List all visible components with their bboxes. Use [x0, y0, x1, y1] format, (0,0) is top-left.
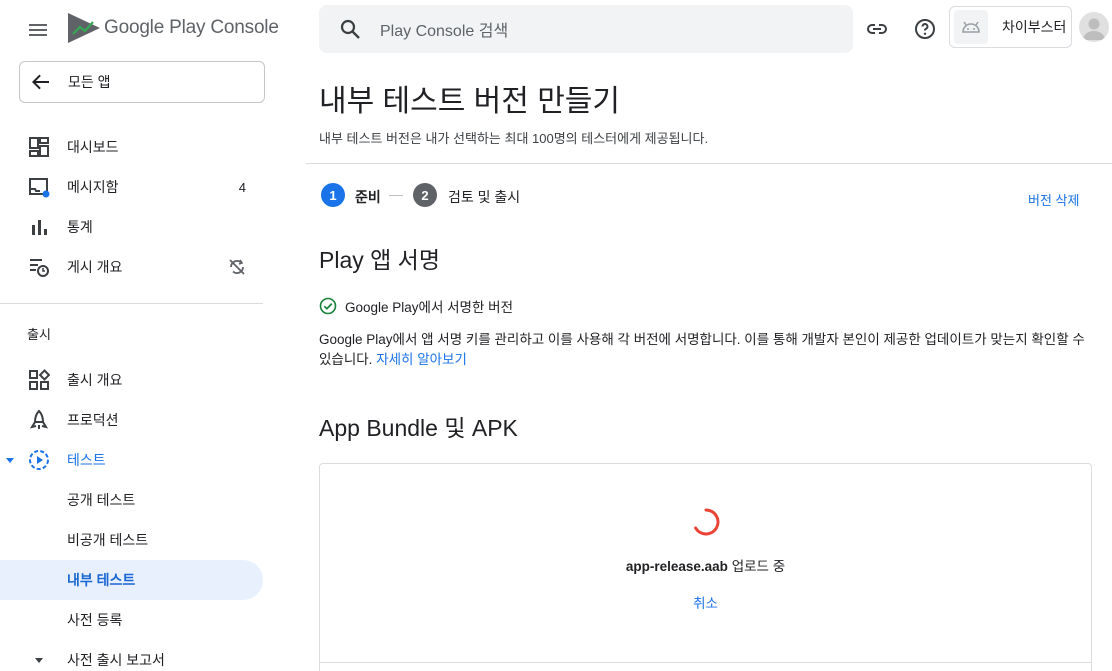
- production-icon: [29, 409, 49, 429]
- android-icon: [962, 21, 980, 33]
- sidebar-item-label: 통계: [67, 219, 93, 235]
- sidebar-item-publishing-overview[interactable]: 게시 개요: [0, 247, 276, 287]
- sidebar: Google Play Console 모든 앱 대시보드 메시지함 4 통계 …: [0, 0, 279, 671]
- signing-description: Google Play에서 앱 서명 키를 관리하고 이를 사용해 각 버전에 …: [319, 330, 1089, 370]
- sidebar-item-label: 테스트: [67, 452, 106, 468]
- sidebar-item-label: 프로덕션: [67, 412, 119, 428]
- sidebar-item-label: 비공개 테스트: [67, 532, 149, 548]
- all-apps-label: 모든 앱: [68, 74, 111, 90]
- sidebar-item-release-overview[interactable]: 출시 개요: [0, 360, 276, 400]
- check-circle-icon: [319, 297, 337, 315]
- sidebar-item-inbox[interactable]: 메시지함 4: [0, 167, 276, 207]
- sidebar-item-open-testing[interactable]: 공개 테스트: [0, 480, 276, 520]
- arrow-back-icon: [32, 74, 49, 90]
- inbox-count-badge: 4: [238, 179, 246, 195]
- play-console-logo-icon[interactable]: [66, 12, 102, 44]
- app-switcher[interactable]: 차이부스터: [949, 6, 1072, 48]
- app-bundles-heading: App Bundle 및 APK: [319, 415, 518, 441]
- upload-status-text: 업로드 중: [727, 559, 786, 574]
- dropzone-divider: [320, 662, 1091, 663]
- search-icon: [340, 19, 360, 39]
- step-2-indicator: 2: [413, 183, 437, 207]
- app-icon: [954, 10, 988, 44]
- sidebar-item-pre-registration[interactable]: 사전 등록: [0, 600, 276, 640]
- inbox-icon: [29, 178, 50, 198]
- sidebar-section-release: 출시: [27, 327, 51, 342]
- all-apps-button[interactable]: 모든 앱: [19, 61, 265, 103]
- step-2-label[interactable]: 검토 및 출시: [448, 187, 520, 207]
- page-subtitle: 내부 테스트 버전은 내가 선택하는 최대 100명의 테스터에게 제공됩니다.: [319, 131, 709, 146]
- user-icon: [1083, 18, 1105, 40]
- sidebar-item-label: 출시 개요: [67, 372, 123, 388]
- release-overview-icon: [29, 369, 50, 390]
- menu-icon[interactable]: [26, 18, 50, 42]
- sidebar-item-dashboard[interactable]: 대시보드: [0, 127, 276, 167]
- sync-disabled-icon: [229, 259, 245, 275]
- page-title: 내부 테스트 버전 만들기: [319, 85, 621, 118]
- sidebar-divider: [0, 303, 263, 304]
- search-bar[interactable]: Play Console 검색: [319, 5, 853, 53]
- step-connector: [389, 195, 403, 196]
- sidebar-item-statistics[interactable]: 통계: [0, 207, 276, 247]
- sidebar-item-internal-testing[interactable]: 내부 테스트: [0, 560, 263, 600]
- learn-more-link[interactable]: 자세히 알아보기: [376, 352, 467, 367]
- sidebar-item-label: 공개 테스트: [67, 492, 136, 508]
- signing-status: Google Play에서 서명한 버전: [319, 296, 513, 316]
- upload-dropzone[interactable]: app-release.aab 업로드 중 취소: [319, 463, 1092, 671]
- upload-status: app-release.aab 업로드 중: [320, 555, 1091, 575]
- sidebar-item-label: 메시지함: [67, 179, 119, 195]
- sidebar-item-label: 사전 출시 보고서: [67, 652, 165, 668]
- app-signing-heading: Play 앱 서명: [319, 247, 441, 273]
- avatar[interactable]: [1079, 12, 1109, 42]
- upload-file-name: app-release.aab: [625, 559, 728, 574]
- sidebar-item-production[interactable]: 프로덕션: [0, 400, 276, 440]
- testing-icon: [29, 450, 49, 470]
- step-1-indicator: 1: [321, 183, 345, 207]
- sidebar-item-label: 대시보드: [67, 139, 119, 155]
- account-name: 차이부스터: [1002, 19, 1067, 35]
- step-1-label: 준비: [355, 189, 381, 205]
- brand-name: Google Play Console: [104, 17, 279, 38]
- caret-down-icon[interactable]: [5, 455, 15, 465]
- bar-chart-icon: [32, 220, 47, 235]
- caret-down-icon[interactable]: [34, 655, 44, 665]
- publishing-overview-icon: [30, 259, 49, 277]
- search-input[interactable]: Play Console 검색: [380, 17, 508, 41]
- dashboard-icon: [29, 137, 49, 157]
- sidebar-item-closed-testing[interactable]: 비공개 테스트: [0, 520, 276, 560]
- help-icon[interactable]: [913, 17, 937, 41]
- sidebar-item-label: 사전 등록: [67, 612, 123, 628]
- delete-release-button[interactable]: 버전 삭제: [1028, 190, 1079, 209]
- sidebar-item-label: 내부 테스트: [67, 572, 136, 588]
- sidebar-item-testing[interactable]: 테스트: [0, 440, 276, 480]
- header-divider: [306, 163, 1112, 164]
- sidebar-item-label: 게시 개요: [67, 259, 123, 275]
- signing-status-text: Google Play에서 서명한 버전: [345, 300, 513, 315]
- cancel-upload-button[interactable]: 취소: [320, 592, 1091, 612]
- link-icon[interactable]: [865, 17, 889, 41]
- loading-spinner-icon: [694, 508, 720, 536]
- sidebar-item-pre-launch-report[interactable]: 사전 출시 보고서: [0, 640, 276, 671]
